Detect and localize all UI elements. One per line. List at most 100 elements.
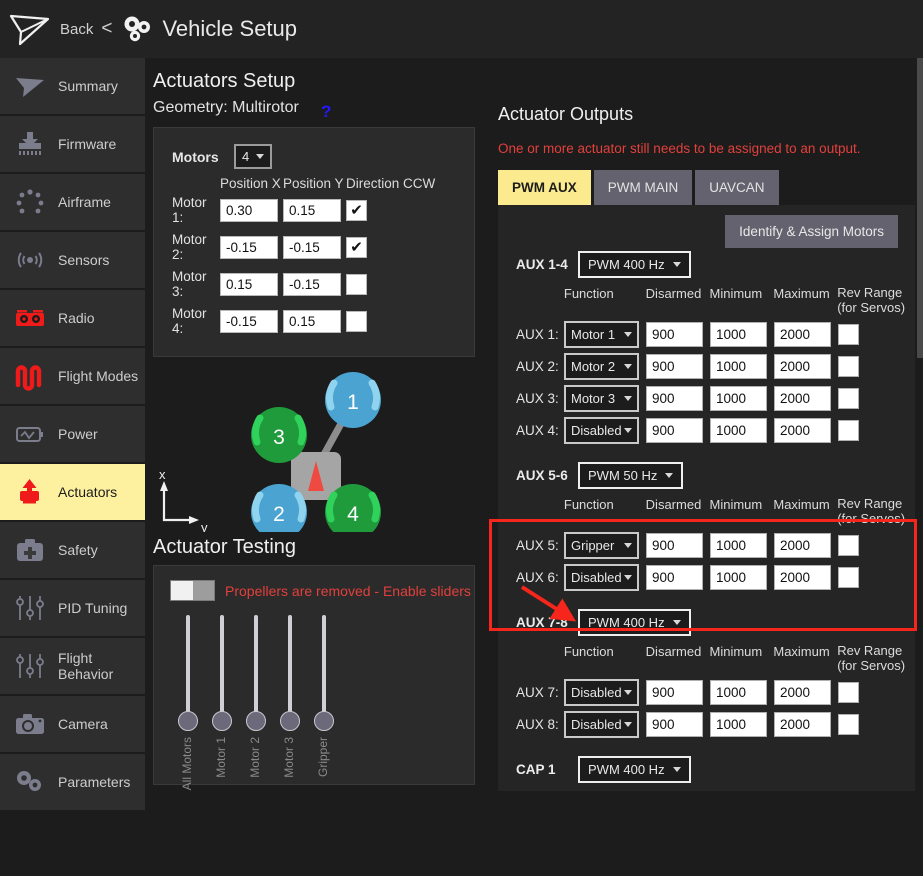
minimum-input[interactable]: 1000 — [710, 533, 767, 558]
tab-uavcan[interactable]: UAVCAN — [695, 170, 778, 205]
output-function-select[interactable]: Motor 3 — [564, 385, 639, 412]
sidebar-item-power[interactable]: Power — [0, 406, 145, 462]
slider-track[interactable] — [322, 615, 326, 719]
sidebar-item-flight-modes[interactable]: Flight Modes — [0, 348, 145, 404]
disarmed-input[interactable]: 900 — [646, 322, 703, 347]
group-rate-select[interactable]: PWM 50 Hz — [578, 462, 683, 489]
maximum-input[interactable]: 2000 — [774, 418, 831, 443]
motor-position-x-input[interactable]: 0.30 — [220, 199, 278, 222]
identify-assign-motors-button[interactable]: Identify & Assign Motors — [725, 215, 898, 248]
tab-pwm-main[interactable]: PWM MAIN — [594, 170, 693, 205]
back-chevron-icon[interactable]: < — [101, 18, 112, 40]
test-slider[interactable]: Motor 1 — [204, 615, 238, 805]
output-function-select[interactable]: Disabled — [564, 711, 639, 738]
group-rate-select[interactable]: PWM 400 Hz — [578, 251, 691, 278]
enable-sliders-toggle[interactable] — [170, 580, 215, 601]
motor-position-y-input[interactable]: -0.15 — [283, 273, 341, 296]
sidebar-item-summary[interactable]: Summary — [0, 58, 145, 114]
motor-ccw-checkbox[interactable] — [346, 200, 367, 221]
rev-range-checkbox[interactable] — [838, 388, 859, 409]
rev-range-checkbox[interactable] — [838, 535, 859, 556]
test-slider[interactable]: All Motors — [170, 615, 204, 805]
disarmed-input[interactable]: 900 — [646, 680, 703, 705]
motor-position-x-input[interactable]: -0.15 — [220, 310, 278, 333]
actuator-testing-title: Actuator Testing — [153, 536, 485, 559]
rev-range-checkbox[interactable] — [838, 714, 859, 735]
slider-knob[interactable] — [246, 711, 266, 731]
motor-position-x-input[interactable]: 0.15 — [220, 273, 278, 296]
slider-knob[interactable] — [178, 711, 198, 731]
slider-track[interactable] — [288, 615, 292, 719]
slider-track[interactable] — [186, 615, 190, 719]
chevron-down-icon — [624, 575, 632, 580]
minimum-input[interactable]: 1000 — [710, 386, 767, 411]
maximum-input[interactable]: 2000 — [774, 680, 831, 705]
minimum-input[interactable]: 1000 — [710, 322, 767, 347]
rev-range-checkbox[interactable] — [838, 682, 859, 703]
back-button[interactable]: Back — [60, 21, 93, 38]
group-rate-select[interactable]: PWM 400 Hz — [578, 756, 691, 783]
sidebar-item-actuators[interactable]: Actuators — [0, 464, 145, 520]
help-icon[interactable]: ? — [321, 102, 331, 122]
slider-knob[interactable] — [314, 711, 334, 731]
group-rate-select[interactable]: PWM 400 Hz — [578, 609, 691, 636]
disarmed-input[interactable]: 900 — [646, 418, 703, 443]
slider-track[interactable] — [254, 615, 258, 719]
slider-track[interactable] — [220, 615, 224, 719]
maximum-input[interactable]: 2000 — [774, 354, 831, 379]
sidebar-item-parameters[interactable]: Parameters — [0, 754, 145, 810]
sidebar-item-camera[interactable]: Camera — [0, 696, 145, 752]
disarmed-input[interactable]: 900 — [646, 354, 703, 379]
motor-position-y-input[interactable]: 0.15 — [283, 310, 341, 333]
motor-ccw-checkbox[interactable] — [346, 311, 367, 332]
maximum-input[interactable]: 2000 — [774, 712, 831, 737]
group-title: AUX 1-4 — [516, 257, 578, 272]
test-slider[interactable]: Motor 2 — [238, 615, 272, 805]
disarmed-input[interactable]: 900 — [646, 712, 703, 737]
output-function-select[interactable]: Motor 1 — [564, 321, 639, 348]
rev-range-checkbox[interactable] — [838, 324, 859, 345]
output-function-select[interactable]: Disabled — [564, 679, 639, 706]
motor-position-y-input[interactable]: -0.15 — [283, 236, 341, 259]
motor-position-x-input[interactable]: -0.15 — [220, 236, 278, 259]
sidebar-item-safety[interactable]: Safety — [0, 522, 145, 578]
minimum-input[interactable]: 1000 — [710, 680, 767, 705]
minimum-input[interactable]: 1000 — [710, 565, 767, 590]
scrollbar-thumb[interactable] — [917, 58, 923, 358]
sidebar-item-airframe[interactable]: Airframe — [0, 174, 145, 230]
sidebar-item-firmware[interactable]: Firmware — [0, 116, 145, 172]
slider-knob[interactable] — [212, 711, 232, 731]
test-slider[interactable]: Motor 3 — [272, 615, 306, 805]
minimum-input[interactable]: 1000 — [710, 354, 767, 379]
rev-range-checkbox[interactable] — [838, 356, 859, 377]
maximum-input[interactable]: 2000 — [774, 322, 831, 347]
header-position-x: Position X — [220, 176, 283, 191]
disarmed-input[interactable]: 900 — [646, 386, 703, 411]
test-slider[interactable]: Gripper — [306, 615, 340, 805]
minimum-input[interactable]: 1000 — [710, 712, 767, 737]
sidebar-item-flight-behavior[interactable]: Flight Behavior — [0, 638, 145, 694]
output-function-select[interactable]: Disabled — [564, 417, 639, 444]
slider-knob[interactable] — [280, 711, 300, 731]
motor-position-y-input[interactable]: 0.15 — [283, 199, 341, 222]
sidebar-item-radio[interactable]: Radio — [0, 290, 145, 346]
motor-ccw-checkbox[interactable] — [346, 237, 367, 258]
disarmed-input[interactable]: 900 — [646, 565, 703, 590]
maximum-input[interactable]: 2000 — [774, 533, 831, 558]
minimum-input[interactable]: 1000 — [710, 418, 767, 443]
disarmed-input[interactable]: 900 — [646, 533, 703, 558]
output-function-value: Disabled — [571, 423, 622, 438]
maximum-input[interactable]: 2000 — [774, 565, 831, 590]
gears-icon — [120, 14, 154, 44]
sidebar-item-sensors[interactable]: Sensors — [0, 232, 145, 288]
rev-range-checkbox[interactable] — [838, 420, 859, 441]
output-function-select[interactable]: Gripper — [564, 532, 639, 559]
motor-count-select[interactable]: 4 — [234, 144, 272, 169]
maximum-input[interactable]: 2000 — [774, 386, 831, 411]
output-function-select[interactable]: Disabled — [564, 564, 639, 591]
output-function-select[interactable]: Motor 2 — [564, 353, 639, 380]
tab-pwm-aux[interactable]: PWM AUX — [498, 170, 591, 205]
motor-ccw-checkbox[interactable] — [346, 274, 367, 295]
rev-range-checkbox[interactable] — [838, 567, 859, 588]
sidebar-item-pid-tuning[interactable]: PID Tuning — [0, 580, 145, 636]
